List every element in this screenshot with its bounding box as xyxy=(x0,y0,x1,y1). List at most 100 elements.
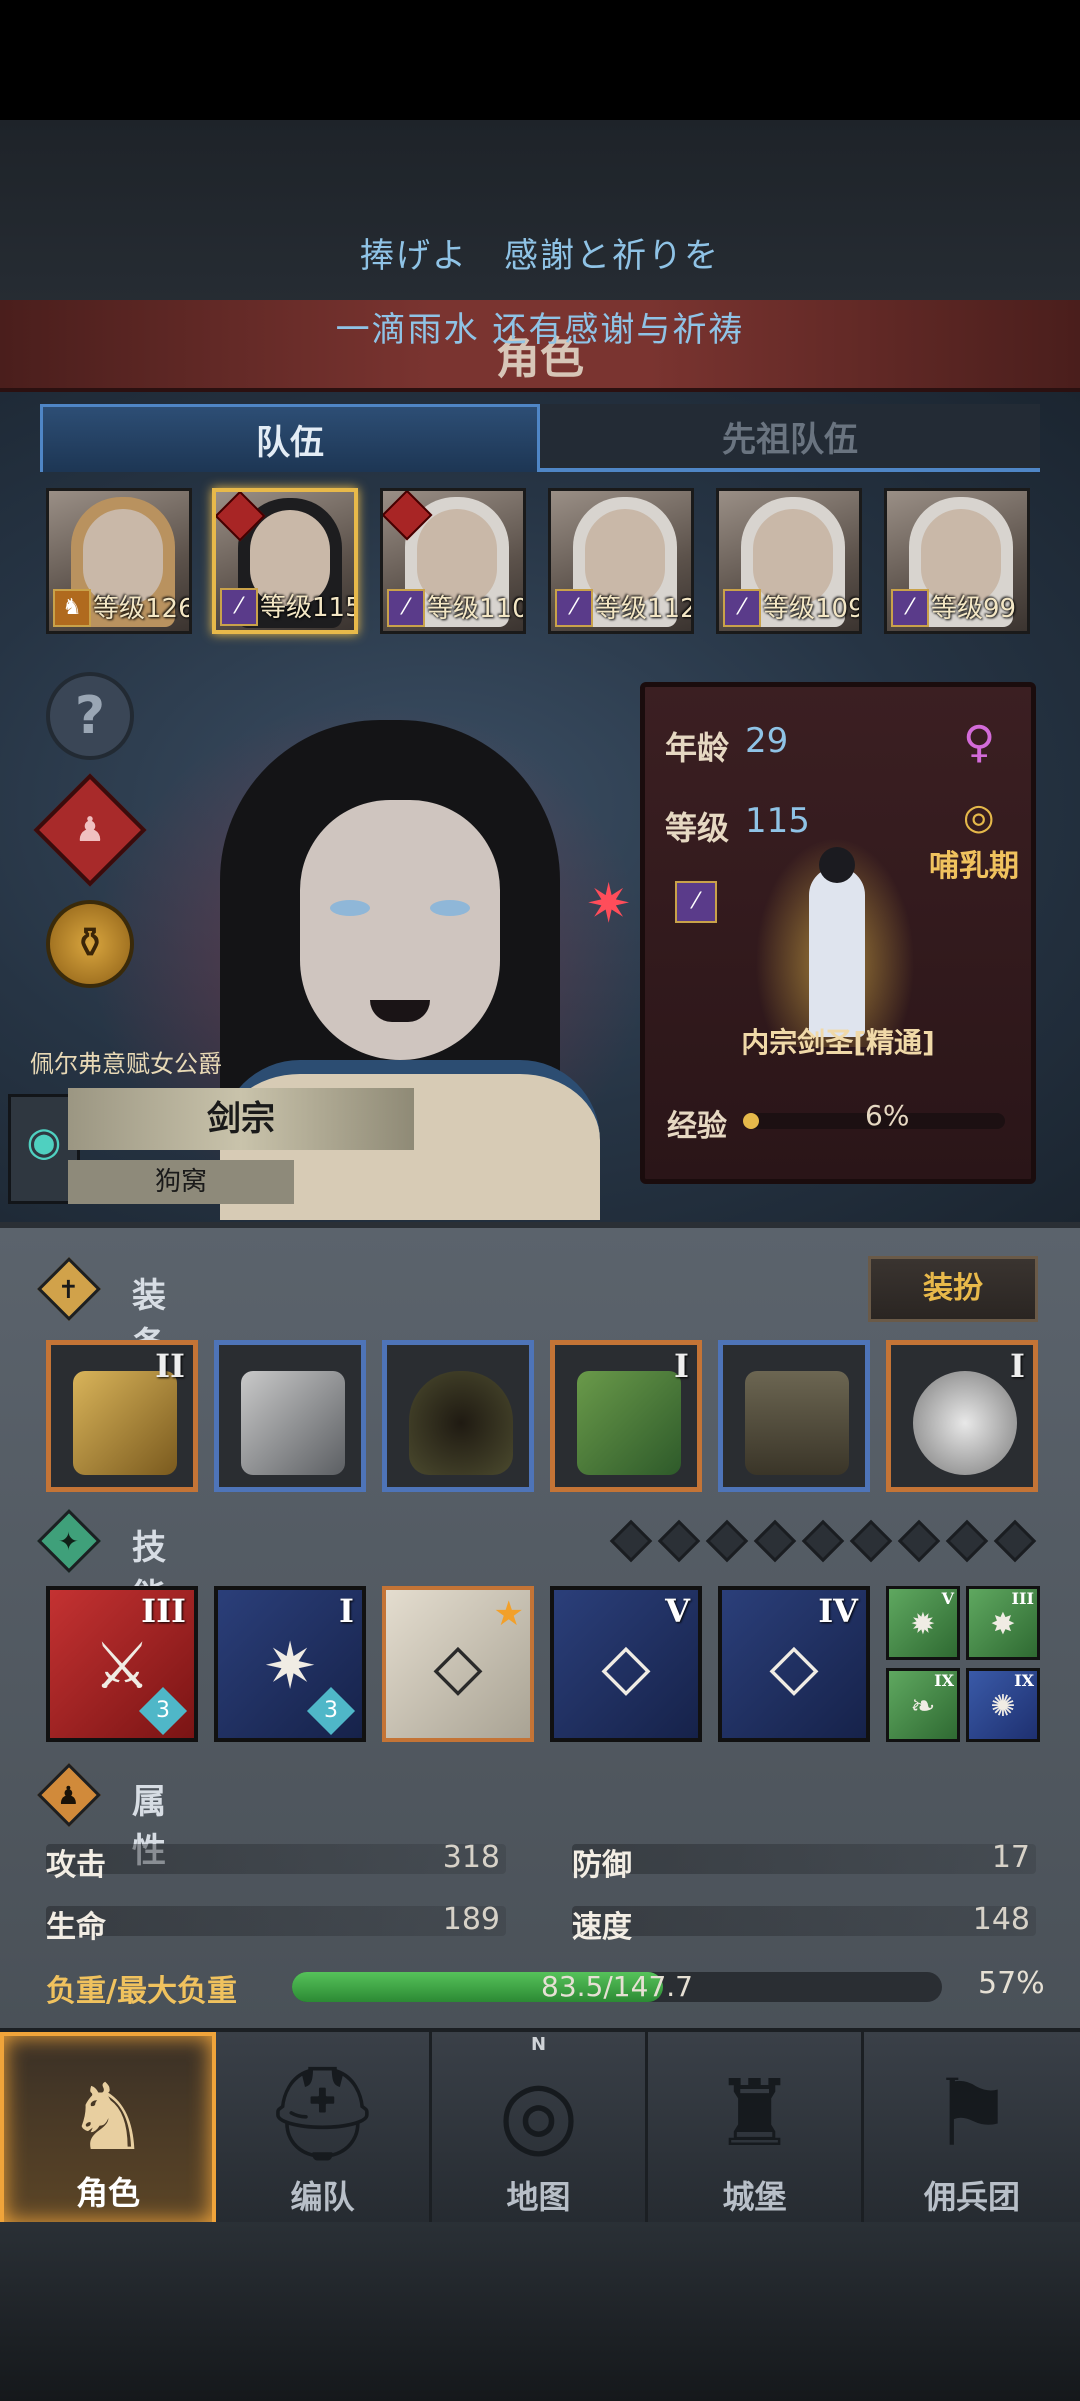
roster-portrait-selected[interactable]: ⁄ 等级115 xyxy=(212,488,358,634)
dress-up-button[interactable]: 装扮 xyxy=(868,1256,1038,1322)
star-icon: ★ xyxy=(493,1594,524,1634)
hp-value: 189 xyxy=(442,1902,500,1937)
roster-portrait[interactable]: ⁄ 等级109 xyxy=(716,488,862,634)
level-label: 等级126 xyxy=(93,594,192,624)
nav-character[interactable]: ♞ 角色 xyxy=(0,2032,216,2226)
skill-points xyxy=(609,1519,1040,1563)
equipment-slots: II I I xyxy=(46,1340,1040,1492)
skill-point-icon xyxy=(801,1519,845,1563)
sword-icon xyxy=(241,1371,345,1475)
burst-skill-icon: ✷ xyxy=(263,1630,317,1704)
strike-skill-icon: ⚔ xyxy=(93,1630,151,1704)
nav-castle[interactable]: ♜ 城堡 xyxy=(648,2032,864,2226)
skill-slot[interactable]: IV ◇ xyxy=(718,1586,870,1742)
skill-point-icon xyxy=(609,1519,653,1563)
load-label: 负重/最大负重 xyxy=(46,1974,237,2009)
defense-row: 防御 17 xyxy=(572,1836,1036,1883)
level-label: 等级112 xyxy=(595,594,694,624)
equipment-slot-weapon[interactable] xyxy=(214,1340,366,1492)
speed-value: 148 xyxy=(972,1902,1030,1937)
roster-portrait[interactable]: ⁄ 等级110 xyxy=(380,488,526,634)
nav-mercenaries[interactable]: ⚑ 佣兵团 xyxy=(864,2032,1080,2226)
gold-armor-icon xyxy=(73,1371,177,1475)
age-value: 29 xyxy=(745,721,789,761)
hero-stat-card: 年龄 29 ♀ 等级 115 ◎ 哺乳期 ⁄ 内宗剑圣[精通] 经验 6% xyxy=(640,682,1036,1184)
passive-skill[interactable]: V ✹ xyxy=(886,1586,960,1660)
roster: ♞ 等级126 ⁄ 等级115 ⁄ 等级110 ⁄ 等级112 ⁄ 等级109 … xyxy=(46,488,1036,634)
rings-icon: ◎ xyxy=(963,797,995,838)
amulet-icon xyxy=(913,1371,1017,1475)
charge-count: 3 xyxy=(306,1686,356,1736)
passive-skill-icon: ✸ xyxy=(990,1607,1016,1642)
passive-skill[interactable]: IX ❧ xyxy=(886,1668,960,1742)
skill-slot[interactable]: V ◇ xyxy=(550,1586,702,1742)
skill-slot-featured[interactable]: ★ ◇ xyxy=(382,1586,534,1742)
xp-percent: 6% xyxy=(865,1099,910,1132)
nav-formation[interactable]: ⛑ 编队 xyxy=(216,2032,432,2226)
defense-label: 防御 xyxy=(572,1848,632,1883)
equipment-slot-boots[interactable] xyxy=(718,1340,870,1492)
equipment-slot-accessory[interactable]: I xyxy=(886,1340,1038,1492)
helmet-icon: ⛑ xyxy=(264,2060,381,2167)
hero-class-plate[interactable]: 剑宗 xyxy=(68,1088,414,1150)
lyric-line-2: 一滴雨水 还有感谢与祈祷 xyxy=(335,310,745,350)
help-icon[interactable]: ? xyxy=(46,672,134,760)
passive-skill-icon: ❧ xyxy=(910,1689,936,1724)
equipment-slot-armor[interactable]: II xyxy=(46,1340,198,1492)
defense-value: 17 xyxy=(991,1840,1030,1875)
tab-ancestor-team[interactable]: 先祖队伍 xyxy=(540,404,1040,472)
passive-skill[interactable]: III ✸ xyxy=(966,1586,1040,1660)
sword-icon: ⁄ xyxy=(220,588,258,626)
charge-count: 3 xyxy=(138,1686,188,1736)
xp-bar-fill xyxy=(743,1113,759,1129)
skill-point-icon xyxy=(897,1519,941,1563)
level-value: 115 xyxy=(745,801,810,841)
skill-point-icon xyxy=(705,1519,749,1563)
roster-portrait[interactable]: ⁄ 等级112 xyxy=(548,488,694,634)
nav-map[interactable]: N ◎ 地图 xyxy=(432,2032,648,2226)
skill-point-icon xyxy=(753,1519,797,1563)
passive-skill-icon: ✹ xyxy=(910,1607,936,1642)
load-bar: 83.5/147.7 xyxy=(292,1970,942,2003)
passive-skill-icon: ✺ xyxy=(990,1689,1016,1724)
roster-portrait[interactable]: ♞ 等级126 xyxy=(46,488,192,634)
equipment-slot-body[interactable]: I xyxy=(550,1340,702,1492)
speed-row: 速度 148 xyxy=(572,1898,1036,1945)
load-value: 83.5/147.7 xyxy=(541,1970,693,2003)
xp-label: 经验 xyxy=(667,1109,727,1144)
sword-icon: ⁄ xyxy=(675,881,717,923)
equipment-slot-head[interactable] xyxy=(382,1340,534,1492)
crystal-dash-skill-icon: ◇ xyxy=(769,1630,819,1704)
skill-slot[interactable]: I ✷ 3 xyxy=(214,1586,366,1742)
compass-icon: ◎ xyxy=(498,2060,579,2167)
class-figure xyxy=(755,837,915,1047)
hero-house: 狗窝 xyxy=(68,1160,294,1204)
tab-team[interactable]: 队伍 xyxy=(40,404,540,472)
hp-label: 生命 xyxy=(46,1910,106,1945)
sword-icon: ⁄ xyxy=(723,589,761,627)
crystal-skill-icon: ◇ xyxy=(433,1630,483,1704)
roster-portrait[interactable]: ⁄ 等级99 xyxy=(884,488,1030,634)
system-bottom-area xyxy=(0,2222,1080,2401)
hero-title: 佩尔弗意赋女公爵 xyxy=(30,1050,222,1078)
attack-label: 攻击 xyxy=(46,1848,106,1883)
potion-icon[interactable]: ⚱ xyxy=(46,900,134,988)
boots-icon xyxy=(745,1371,849,1475)
bottom-nav: ♞ 角色 ⛑ 编队 N ◎ 地图 ♜ 城堡 ⚑ 佣兵团 xyxy=(0,2028,1080,2226)
skill-point-icon xyxy=(657,1519,701,1563)
level-label: 等级110 xyxy=(427,594,526,624)
class-name: 内宗剑圣[精通] xyxy=(741,1026,935,1059)
banner-icon: ⚑ xyxy=(930,2060,1014,2167)
team-tabs: 队伍 先祖队伍 xyxy=(40,404,1040,472)
passive-skills: V ✹ III ✸ IX ❧ IX ✺ xyxy=(886,1586,1040,1742)
skill-slot[interactable]: III ⚔ 3 xyxy=(46,1586,198,1742)
level-label: 等级99 xyxy=(931,594,1017,624)
sword-icon: ⁄ xyxy=(387,589,425,627)
passive-skill[interactable]: IX ✺ xyxy=(966,1668,1040,1742)
skill-point-icon xyxy=(993,1519,1037,1563)
lyric-line-1: 捧げよ 感謝と祈りを xyxy=(360,236,720,276)
skill-point-icon xyxy=(849,1519,893,1563)
age-label: 年龄 xyxy=(665,729,730,767)
green-armor-icon xyxy=(577,1371,681,1475)
sword-icon: ⁄ xyxy=(555,589,593,627)
